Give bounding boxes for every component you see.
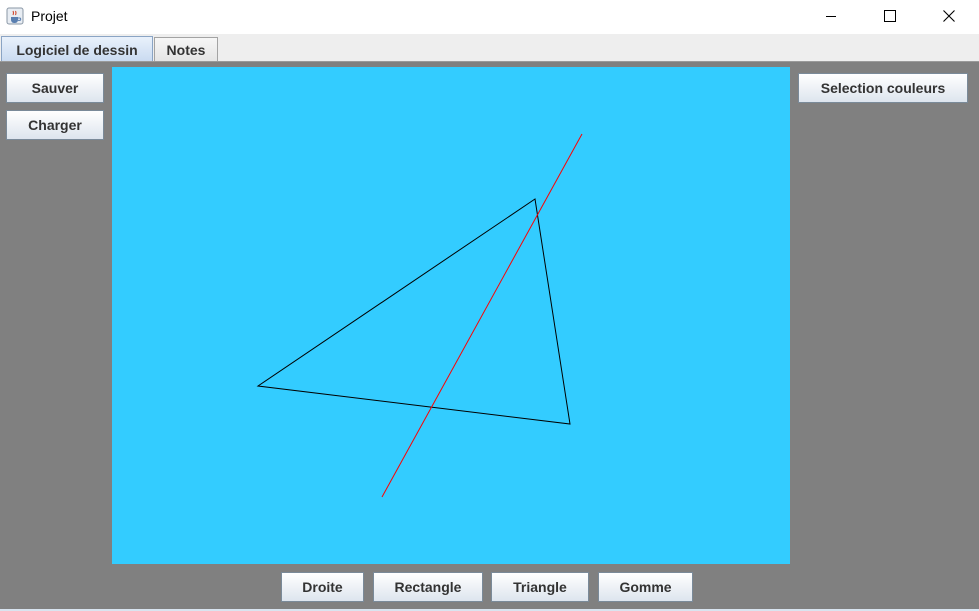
maximize-icon: [884, 10, 896, 22]
window-title: Projet: [31, 8, 68, 24]
drawing-canvas[interactable]: [112, 67, 790, 564]
color-selection-button[interactable]: Selection couleurs: [798, 73, 968, 103]
tab-drawing[interactable]: Logiciel de dessin: [1, 36, 153, 63]
save-button[interactable]: Sauver: [6, 73, 104, 103]
title-bar: Projet: [0, 0, 979, 34]
tab-strip: Logiciel de dessin Notes: [0, 34, 979, 63]
eraser-tool-button[interactable]: Gomme: [598, 572, 693, 602]
close-icon: [943, 10, 955, 22]
minimize-icon: [825, 10, 837, 22]
maximize-button[interactable]: [867, 0, 913, 32]
line-tool-button[interactable]: Droite: [281, 572, 364, 602]
tab-notes[interactable]: Notes: [154, 37, 218, 62]
canvas-background: [112, 67, 790, 564]
close-button[interactable]: [926, 0, 972, 32]
minimize-button[interactable]: [808, 0, 854, 32]
rectangle-tool-button[interactable]: Rectangle: [373, 572, 483, 602]
java-cup-icon: [6, 7, 24, 25]
triangle-tool-button[interactable]: Triangle: [491, 572, 589, 602]
load-button[interactable]: Charger: [6, 110, 104, 140]
